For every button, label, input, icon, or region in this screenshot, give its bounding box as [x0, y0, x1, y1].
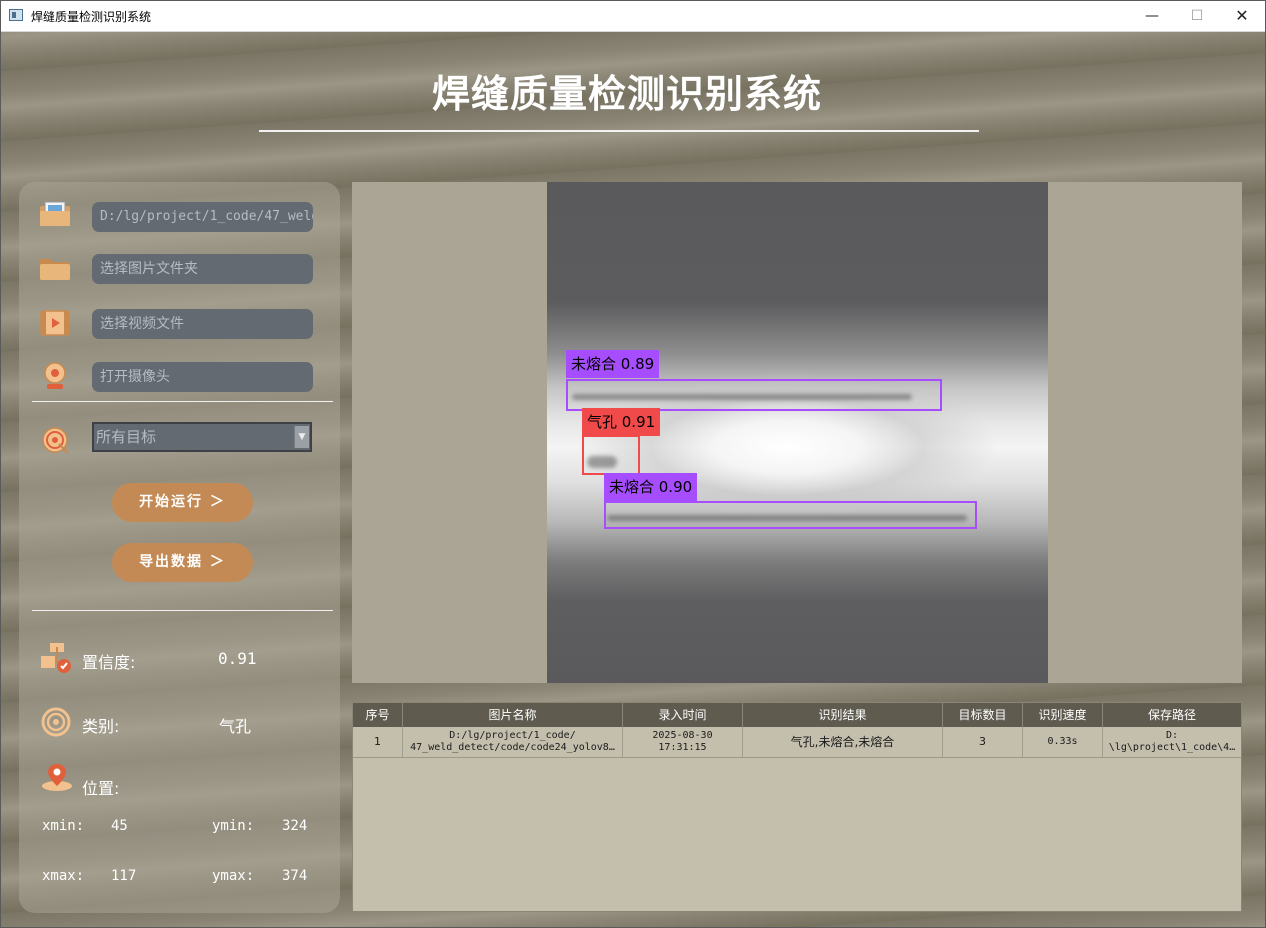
category-value: 气孔: [219, 717, 252, 736]
page-title: 焊缝质量检测识别系统: [431, 72, 822, 116]
ymin-value: 324: [282, 818, 308, 834]
weld-xray-image: 未熔合 0.89 气孔 0.91 未熔合 0.90: [547, 182, 1048, 683]
target-select[interactable]: 所有目标 ▼: [92, 422, 312, 452]
xmax-label: xmax:: [42, 868, 85, 884]
column-header[interactable]: 图片名称: [403, 703, 623, 727]
folder-icon[interactable]: [39, 255, 71, 281]
target-icon: [41, 425, 71, 455]
detection-label-1: 未熔合 0.89: [566, 350, 660, 378]
panel-divider-2: [32, 610, 333, 611]
detection-view: 未熔合 0.89 气孔 0.91 未熔合 0.90: [352, 182, 1242, 683]
cell-index: 1: [353, 727, 403, 757]
camera-input[interactable]: 打开摄像头: [92, 362, 313, 392]
detection-label-3: 未熔合 0.90: [604, 473, 698, 501]
xmin-value: 45: [111, 818, 128, 834]
export-data-button[interactable]: 导出数据 ＞: [112, 543, 253, 582]
app-icon: [9, 9, 23, 21]
video-file-icon[interactable]: [40, 310, 70, 336]
results-table: 序号 图片名称 录入时间 识别结果 目标数目 识别速度 保存路径 1 D:/lg…: [352, 702, 1242, 912]
app-window: 焊缝质量检测识别系统 — ☐ ✕ 焊缝质量检测识别系统 D:/lg/projec…: [0, 0, 1266, 928]
position-label: 位置:: [82, 779, 120, 798]
confidence-value: 0.91: [218, 649, 257, 668]
cell-save-path-line: \lg\project\1_code\4…: [1108, 742, 1236, 753]
xmax-value: 117: [111, 868, 137, 884]
category-icon: [41, 707, 71, 737]
cell-save-path-line: D:: [1165, 730, 1179, 741]
cell-result: 气孔,未熔合,未熔合: [743, 727, 943, 757]
cell-image-name: D:/lg/project/1_code/ 47_weld_detect/cod…: [403, 727, 623, 757]
category-label: 类别:: [82, 717, 120, 736]
cell-image-name-line: D:/lg/project/1_code/: [449, 730, 576, 741]
target-select-value: 所有目标: [96, 428, 157, 446]
location-pin-icon: [41, 762, 73, 792]
title-bar: 焊缝质量检测识别系统 — ☐ ✕: [1, 1, 1265, 32]
confidence-label: 置信度:: [82, 653, 136, 672]
image-path-input[interactable]: D:/lg/project/1_code/47_weld: [92, 202, 313, 232]
cell-save-path: D: \lg\project\1_code\4…: [1103, 727, 1241, 757]
xmin-label: xmin:: [42, 818, 85, 834]
minimize-button[interactable]: —: [1129, 1, 1175, 31]
column-header[interactable]: 序号: [353, 703, 403, 727]
close-button[interactable]: ✕: [1219, 1, 1265, 31]
column-header[interactable]: 识别速度: [1023, 703, 1103, 727]
cell-speed: 0.33s: [1023, 727, 1103, 757]
detection-box-1: [566, 379, 942, 411]
maximize-button[interactable]: ☐: [1174, 1, 1220, 31]
webcam-icon[interactable]: [41, 362, 69, 390]
flowchart-icon: [40, 642, 72, 674]
window-title: 焊缝质量检测识别系统: [31, 10, 152, 24]
cell-time: 17:31:15: [658, 742, 707, 753]
ymin-label: ymin:: [212, 818, 255, 834]
start-run-button[interactable]: 开始运行 ＞: [112, 483, 253, 522]
video-file-input[interactable]: 选择视频文件: [92, 309, 313, 339]
image-file-icon[interactable]: [39, 201, 71, 227]
cell-date: 2025-08-30: [652, 730, 713, 741]
column-header[interactable]: 保存路径: [1103, 703, 1241, 727]
column-header[interactable]: 目标数目: [943, 703, 1023, 727]
ymax-label: ymax:: [212, 868, 255, 884]
detection-box-2: [582, 435, 640, 475]
detection-label-2: 气孔 0.91: [582, 408, 661, 436]
column-header[interactable]: 录入时间: [623, 703, 743, 727]
ymax-value: 374: [282, 868, 308, 884]
cell-image-name-line: 47_weld_detect/code/code24_yolov8…: [410, 742, 615, 753]
image-folder-input[interactable]: 选择图片文件夹: [92, 254, 313, 284]
column-header[interactable]: 识别结果: [743, 703, 943, 727]
panel-divider-1: [32, 401, 333, 402]
table-row[interactable]: 1 D:/lg/project/1_code/ 47_weld_detect/c…: [353, 727, 1241, 758]
table-header: 序号 图片名称 录入时间 识别结果 目标数目 识别速度 保存路径: [353, 703, 1241, 727]
cell-entry-time: 2025-08-30 17:31:15: [623, 727, 743, 757]
header-divider: [259, 130, 979, 132]
cell-count: 3: [943, 727, 1023, 757]
detection-box-3: [604, 501, 977, 529]
chevron-down-icon[interactable]: ▼: [294, 426, 309, 448]
